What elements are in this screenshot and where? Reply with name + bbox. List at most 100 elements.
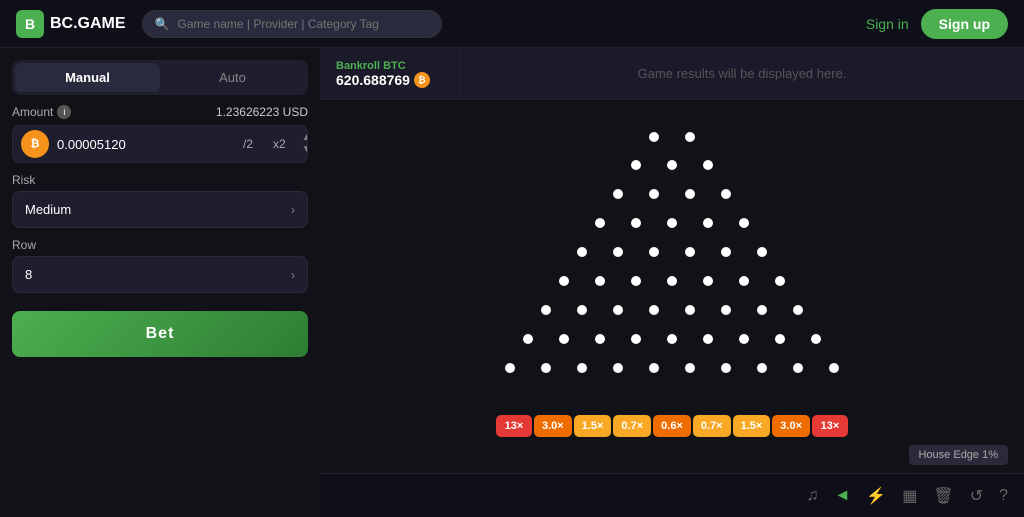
peg — [775, 334, 785, 344]
signup-button[interactable]: Sign up — [921, 9, 1008, 39]
peg — [667, 160, 677, 170]
bankroll-section: Bankroll BTC 620.688769 ₿ — [320, 48, 460, 99]
main: Manual Auto Amount i 1.23626223 USD ₿ /2… — [0, 48, 1024, 517]
peg — [541, 305, 551, 315]
multiplier-box: 13× — [812, 415, 848, 437]
plinko-container: 13×3.0×1.5×0.7×0.6×0.7×1.5×3.0×13× — [320, 100, 1024, 473]
house-edge-label: House Edge 1% — [909, 445, 1009, 465]
search-input[interactable] — [178, 17, 429, 31]
multiplier-box: 13× — [496, 415, 532, 437]
row-section: Row 8 › — [12, 238, 308, 293]
peg — [829, 363, 839, 373]
peg — [739, 276, 749, 286]
peg — [649, 247, 659, 257]
peg — [667, 334, 677, 344]
half-button[interactable]: /2 — [233, 133, 263, 155]
search-icon: 🔍 — [155, 17, 170, 31]
row-chevron-icon: › — [291, 268, 295, 282]
peg — [559, 334, 569, 344]
delete-icon[interactable]: 🗑 — [933, 486, 953, 506]
peg — [559, 276, 569, 286]
btc-badge-icon: ₿ — [414, 72, 430, 88]
signin-button[interactable]: Sign in — [866, 16, 909, 32]
stepper-down[interactable]: ▼ — [298, 144, 308, 156]
peg — [649, 189, 659, 199]
multiplier-box: 3.0× — [534, 415, 572, 437]
peg — [685, 132, 695, 142]
peg — [703, 218, 713, 228]
tab-auto[interactable]: Auto — [160, 63, 305, 92]
peg — [703, 160, 713, 170]
peg — [577, 363, 587, 373]
peg — [739, 218, 749, 228]
multiplier-box: 3.0× — [772, 415, 810, 437]
game-results-text: Game results will be displayed here. — [638, 66, 847, 81]
peg — [631, 160, 641, 170]
sound-icon[interactable]: ◄ — [834, 487, 850, 505]
sidebar: Manual Auto Amount i 1.23626223 USD ₿ /2… — [0, 48, 320, 517]
peg — [721, 305, 731, 315]
risk-value: Medium — [25, 202, 71, 217]
amount-stepper[interactable]: ▲ ▼ — [296, 130, 308, 158]
refresh-icon[interactable]: ↺ — [970, 486, 983, 506]
multipliers-row: 13×3.0×1.5×0.7×0.6×0.7×1.5×3.0×13× — [496, 415, 848, 437]
peg — [739, 334, 749, 344]
peg — [757, 305, 767, 315]
peg — [631, 276, 641, 286]
peg — [649, 363, 659, 373]
search-bar[interactable]: 🔍 — [142, 10, 442, 38]
game-results: Game results will be displayed here. — [460, 48, 1024, 99]
mode-tabs: Manual Auto — [12, 60, 308, 95]
peg — [613, 363, 623, 373]
stepper-up[interactable]: ▲ — [298, 132, 308, 144]
peg — [505, 363, 515, 373]
peg — [685, 189, 695, 199]
btc-coin-icon: ₿ — [21, 130, 49, 158]
tab-manual[interactable]: Manual — [15, 63, 160, 92]
multiplier-box: 1.5× — [574, 415, 612, 437]
amount-usd: 1.23626223 USD — [216, 105, 308, 119]
multiplier-box: 0.7× — [613, 415, 651, 437]
peg — [811, 334, 821, 344]
info-icon: i — [57, 105, 71, 119]
peg — [613, 189, 623, 199]
bet-amount-input[interactable] — [57, 137, 233, 152]
amount-label: Amount i — [12, 105, 71, 119]
peg — [757, 363, 767, 373]
risk-select[interactable]: Medium › — [12, 191, 308, 228]
peg — [703, 276, 713, 286]
bottom-bar: ♫ ◄ ⚡ ▦ 🗑 ↺ ? — [320, 473, 1024, 517]
grid-icon[interactable]: ▦ — [902, 486, 917, 506]
peg — [631, 334, 641, 344]
row-select[interactable]: 8 › — [12, 256, 308, 293]
multiplier-box: 0.6× — [653, 415, 691, 437]
peg — [613, 247, 623, 257]
peg — [793, 305, 803, 315]
multiplier-box: 1.5× — [733, 415, 771, 437]
peg — [685, 305, 695, 315]
peg — [667, 218, 677, 228]
logo-icon: B — [16, 10, 44, 38]
pegs-board — [482, 117, 862, 407]
risk-chevron-icon: › — [291, 203, 295, 217]
peg — [703, 334, 713, 344]
peg — [649, 305, 659, 315]
bet-button[interactable]: Bet — [12, 311, 308, 357]
lightning-icon[interactable]: ⚡ — [866, 486, 886, 506]
music-icon[interactable]: ♫ — [806, 487, 818, 505]
double-button[interactable]: x2 — [263, 133, 296, 155]
peg — [721, 363, 731, 373]
game-area: Bankroll BTC 620.688769 ₿ Game results w… — [320, 48, 1024, 517]
game-header: Bankroll BTC 620.688769 ₿ Game results w… — [320, 48, 1024, 100]
peg — [685, 247, 695, 257]
risk-label: Risk — [12, 173, 308, 187]
peg — [631, 218, 641, 228]
header: B BC.GAME 🔍 Sign in Sign up — [0, 0, 1024, 48]
amount-section: Amount i 1.23626223 USD ₿ /2 x2 ▲ ▼ — [12, 105, 308, 163]
peg — [649, 132, 659, 142]
peg — [667, 276, 677, 286]
peg — [595, 276, 605, 286]
peg — [793, 363, 803, 373]
help-icon[interactable]: ? — [999, 487, 1008, 505]
peg — [595, 334, 605, 344]
